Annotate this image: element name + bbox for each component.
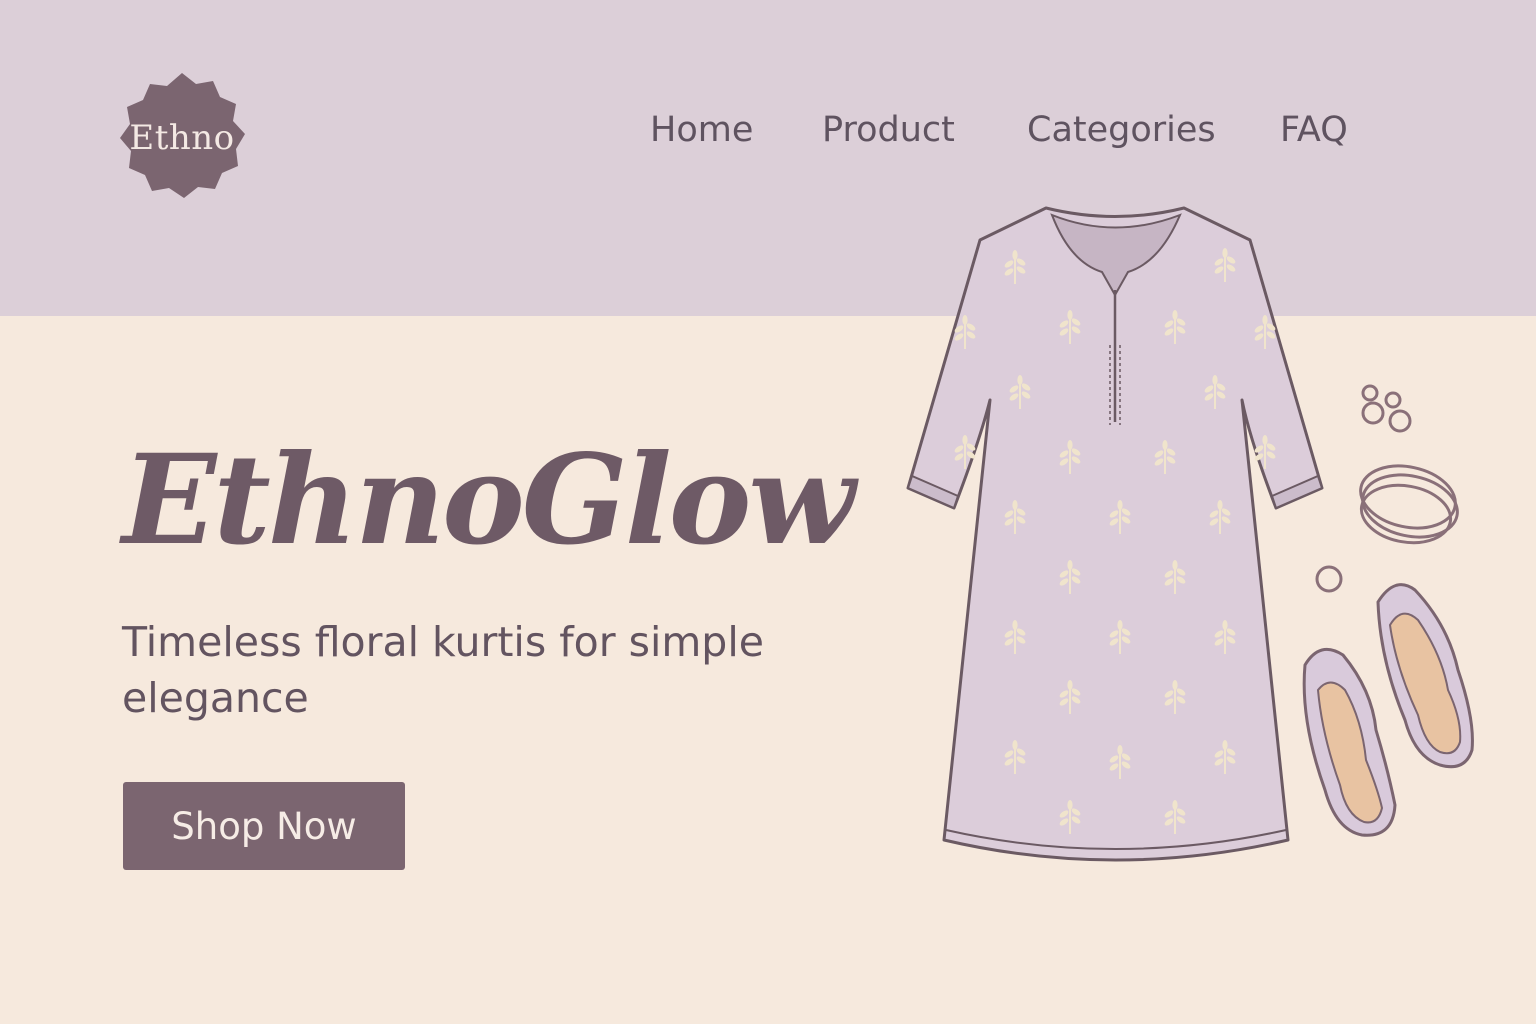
sandals-icon — [1302, 583, 1474, 837]
ring-icon — [1315, 565, 1343, 593]
earrings-icon — [1361, 384, 1412, 433]
bangles-icon — [1359, 464, 1459, 545]
hero-illustration — [906, 206, 1474, 862]
kurti-icon — [906, 206, 1324, 862]
